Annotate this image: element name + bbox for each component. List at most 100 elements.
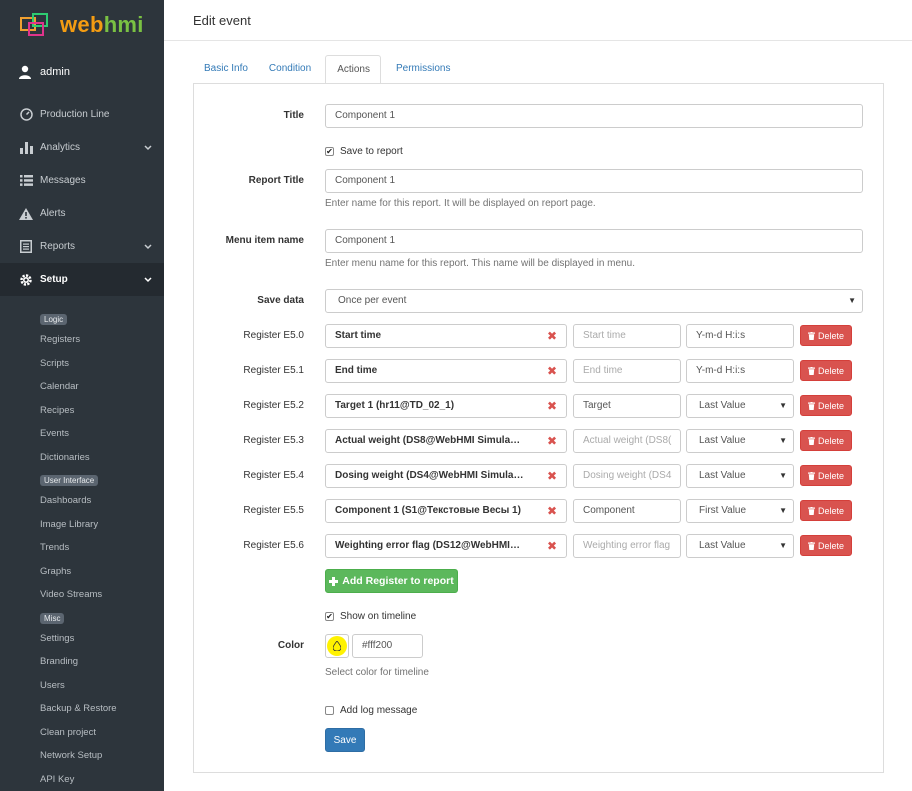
show-on-timeline-label: Show on timeline: [340, 611, 417, 622]
tab-condition[interactable]: Condition: [258, 55, 321, 84]
submenu-item-image-library[interactable]: Image Library: [40, 513, 164, 537]
remove-register-icon[interactable]: ✖: [547, 329, 557, 343]
submenu-item-video-streams[interactable]: Video Streams: [40, 583, 164, 607]
save-to-report-label: Save to report: [340, 146, 403, 157]
color-picker-button[interactable]: [325, 634, 349, 658]
submenu-item-network-setup[interactable]: Network Setup: [40, 744, 164, 768]
page-title: Edit event: [193, 13, 251, 28]
report-title-input[interactable]: Component 1: [325, 169, 863, 193]
delete-register-button[interactable]: Delete: [800, 360, 852, 381]
submenu-item-calendar[interactable]: Calendar: [40, 375, 164, 399]
checkbox-checked-icon: ✔: [325, 146, 334, 156]
tab-basic-info[interactable]: Basic Info: [193, 55, 258, 84]
register-aggregate-select[interactable]: Last Value ▼: [686, 394, 794, 418]
register-aggregate-select[interactable]: First Value ▼: [686, 499, 794, 523]
nav-item-analytics[interactable]: Analytics: [0, 131, 164, 164]
aggregate-value: Last Value: [699, 435, 746, 446]
register-name-input[interactable]: Weighting error flag: [573, 534, 681, 558]
logo[interactable]: webhmi: [0, 0, 164, 50]
register-aggregate-select[interactable]: Last Value ▼: [686, 429, 794, 453]
nav-item-setup[interactable]: Setup: [0, 263, 164, 296]
nav-item-reports[interactable]: Reports: [0, 230, 164, 263]
trash-icon: [807, 436, 815, 445]
trash-icon: [807, 506, 815, 515]
droplet-icon: [333, 641, 341, 651]
submenu-item-graphs[interactable]: Graphs: [40, 560, 164, 584]
submenu-item-branding[interactable]: Branding: [40, 650, 164, 674]
submenu-item-trends[interactable]: Trends: [40, 536, 164, 560]
nav-item-alerts[interactable]: Alerts: [0, 197, 164, 230]
menu-item-input[interactable]: Component 1: [325, 229, 863, 253]
register-aggregate-select[interactable]: Last Value ▼: [686, 464, 794, 488]
remove-register-icon[interactable]: ✖: [547, 469, 557, 483]
save-button[interactable]: Save: [325, 728, 365, 752]
register-select[interactable]: Component 1 (S1@Текстовые Весы 1): [325, 499, 567, 523]
nav-item-production-line[interactable]: Production Line: [0, 98, 164, 131]
report-title-help: Enter name for this report. It will be d…: [325, 198, 596, 209]
register-select[interactable]: Start time: [325, 324, 567, 348]
logo-icon: [20, 13, 54, 37]
submenu-item-api-key[interactable]: API Key: [40, 768, 164, 791]
submenu-item-clean-project[interactable]: Clean project: [40, 721, 164, 745]
nav-item-messages[interactable]: Messages: [0, 164, 164, 197]
tab-actions[interactable]: Actions: [325, 55, 381, 84]
save-to-report-checkbox[interactable]: ✔ Save to report: [325, 146, 403, 157]
register-select[interactable]: Target 1 (hr11@TD_02_1): [325, 394, 567, 418]
nav-label: Production Line: [40, 109, 110, 120]
delete-register-button[interactable]: Delete: [800, 500, 852, 521]
submenu-item-backup-restore[interactable]: Backup & Restore: [40, 697, 164, 721]
save-data-select[interactable]: Once per event ▼: [325, 289, 863, 313]
submenu-item-dictionaries[interactable]: Dictionaries: [40, 446, 164, 470]
register-row-label: Register E5.1: [243, 365, 304, 376]
delete-register-button[interactable]: Delete: [800, 465, 852, 486]
submenu-item-registers[interactable]: Registers: [40, 328, 164, 352]
add-log-message-checkbox[interactable]: Add log message: [325, 705, 417, 716]
delete-register-button[interactable]: Delete: [800, 430, 852, 451]
delete-label: Delete: [817, 400, 844, 411]
trash-icon: [807, 366, 815, 375]
tab-permissions[interactable]: Permissions: [385, 55, 460, 84]
delete-register-button[interactable]: Delete: [800, 325, 852, 346]
user-profile[interactable]: admin: [0, 50, 164, 94]
register-select[interactable]: Weighting error flag (DS12@WebHMI…: [325, 534, 567, 558]
remove-register-icon[interactable]: ✖: [547, 539, 557, 553]
register-select[interactable]: Dosing weight (DS4@WebHMI Simula…: [325, 464, 567, 488]
submenu-item-recipes[interactable]: Recipes: [40, 399, 164, 423]
delete-label: Delete: [817, 365, 844, 376]
register-row-label: Register E5.0: [243, 330, 304, 341]
aggregate-value: Last Value: [699, 400, 746, 411]
remove-register-icon[interactable]: ✖: [547, 399, 557, 413]
show-on-timeline-checkbox[interactable]: ✔ Show on timeline: [325, 611, 416, 622]
color-input[interactable]: #fff200: [352, 634, 423, 658]
register-select[interactable]: Actual weight (DS8@WebHMI Simula…: [325, 429, 567, 453]
remove-register-icon[interactable]: ✖: [547, 434, 557, 448]
submenu-item-settings[interactable]: Settings: [40, 627, 164, 651]
register-name-input[interactable]: Target: [573, 394, 681, 418]
register-format-input[interactable]: Y-m-d H:i:s: [686, 359, 794, 383]
aggregate-value: Last Value: [699, 540, 746, 551]
register-name-input[interactable]: Actual weight (DS8(: [573, 429, 681, 453]
add-register-button[interactable]: Add Register to report: [325, 569, 458, 593]
delete-register-button[interactable]: Delete: [800, 535, 852, 556]
submenu-item-users[interactable]: Users: [40, 674, 164, 698]
remove-register-icon[interactable]: ✖: [547, 364, 557, 378]
register-name-input[interactable]: Component: [573, 499, 681, 523]
register-name-input[interactable]: End time: [573, 359, 681, 383]
section-badge-misc: Misc: [40, 612, 65, 624]
submenu-item-dashboards[interactable]: Dashboards: [40, 489, 164, 513]
register-format-input[interactable]: Y-m-d H:i:s: [686, 324, 794, 348]
register-aggregate-select[interactable]: Last Value ▼: [686, 534, 794, 558]
submenu-item-events[interactable]: Events: [40, 422, 164, 446]
title-input[interactable]: Component 1: [325, 104, 863, 128]
register-name-input[interactable]: Start time: [573, 324, 681, 348]
nav-label: Analytics: [40, 142, 81, 153]
register-select[interactable]: End time: [325, 359, 567, 383]
trash-icon: [807, 331, 815, 340]
brand-name: webhmi: [60, 12, 144, 38]
delete-register-button[interactable]: Delete: [800, 395, 852, 416]
caret-down-icon: ▼: [779, 506, 787, 515]
main-nav: Production Line Analytics Messages Alert…: [0, 98, 164, 296]
register-name-input[interactable]: Dosing weight (DS4: [573, 464, 681, 488]
remove-register-icon[interactable]: ✖: [547, 504, 557, 518]
submenu-item-scripts[interactable]: Scripts: [40, 352, 164, 376]
